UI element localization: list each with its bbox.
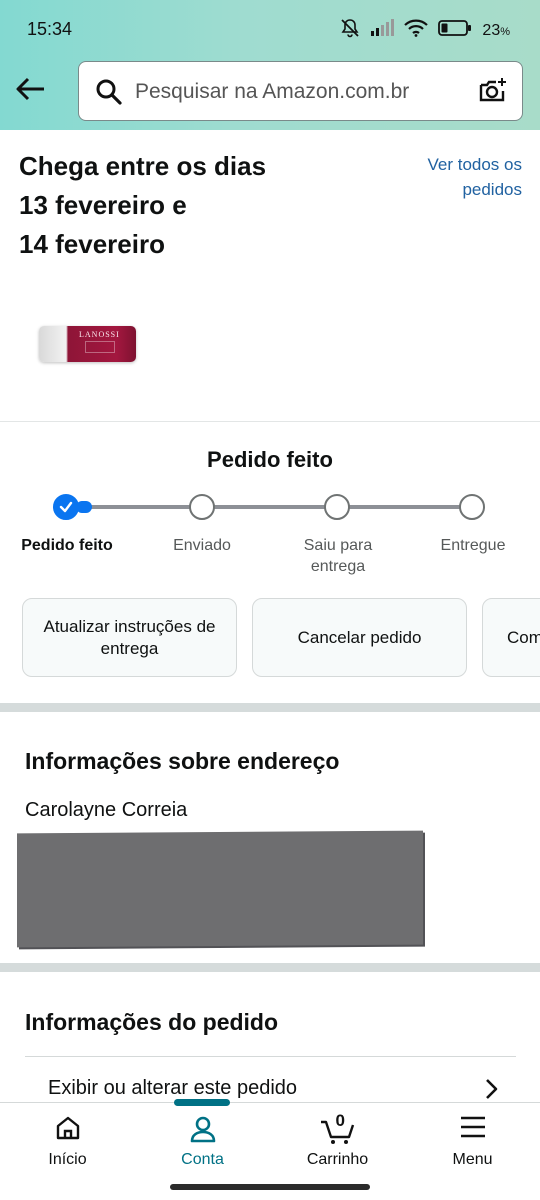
cancel-order-button[interactable]: Cancelar pedido xyxy=(252,598,467,677)
step-dot-saiu-para-entrega xyxy=(324,494,350,520)
delivery-estimate: Chega entre os dias 13 fevereiro e 14 fe… xyxy=(19,147,319,264)
section-separator xyxy=(0,703,540,712)
wifi-icon xyxy=(404,19,429,42)
check-icon xyxy=(59,501,73,513)
redacted-address-block xyxy=(17,830,423,948)
nav-label: Conta xyxy=(181,1151,224,1168)
user-icon xyxy=(188,1114,218,1149)
nav-inicio[interactable]: Início xyxy=(0,1103,135,1183)
camera-icon[interactable] xyxy=(478,76,508,111)
status-bar: 15:34 23% xyxy=(0,0,540,58)
view-edit-order-link[interactable]: Exibir ou alterar este pedido xyxy=(48,1077,297,1100)
product-brand-text: LANOSSI xyxy=(79,330,120,339)
delivery-line-3: 14 fevereiro xyxy=(19,229,165,259)
cart-count-badge: 0 xyxy=(335,1111,345,1130)
step-label-entregue: Entregue xyxy=(440,537,506,554)
delivery-line-1: Chega entre os dias xyxy=(19,151,267,181)
battery-icon xyxy=(438,19,472,42)
address-recipient-name: Carolayne Correia xyxy=(25,799,188,821)
product-image[interactable]: LANOSSI xyxy=(39,326,136,362)
nav-label: Menu xyxy=(452,1151,493,1168)
step-dot-pedido-feito xyxy=(53,494,79,520)
status-time: 15:34 xyxy=(27,19,73,39)
nav-carrinho[interactable]: 0 Carrinho xyxy=(270,1103,405,1183)
system-home-indicator[interactable] xyxy=(170,1184,370,1190)
delivery-line-2: 13 fevereiro e xyxy=(19,190,187,220)
partial-action-button[interactable]: Com xyxy=(482,598,540,677)
step-dot-enviado xyxy=(189,494,215,520)
progress-track xyxy=(80,505,473,509)
mute-icon xyxy=(340,18,360,43)
nav-label: Carrinho xyxy=(306,1151,369,1168)
order-actions-carousel[interactable]: Atualizar instruções de entrega Cancelar… xyxy=(22,598,540,678)
battery-text: 23% xyxy=(482,21,510,39)
order-info-title: Informações do pedido xyxy=(25,1009,279,1035)
cart-icon: 0 xyxy=(319,1111,357,1151)
product-label-box xyxy=(85,341,115,353)
step-dot-entregue xyxy=(459,494,485,520)
divider xyxy=(0,421,540,422)
search-icon[interactable] xyxy=(95,78,123,111)
arrow-left-icon[interactable] xyxy=(14,72,48,106)
nav-conta[interactable]: Conta xyxy=(135,1103,270,1183)
search-bar[interactable] xyxy=(78,61,523,121)
step-label-enviado: Enviado xyxy=(173,537,231,554)
menu-icon xyxy=(459,1114,487,1145)
step-label-pedido-feito: Pedido feito xyxy=(21,537,113,554)
signal-icon xyxy=(370,19,395,42)
tracking-title: Pedido feito xyxy=(207,447,333,472)
update-delivery-instructions-button[interactable]: Atualizar instruções de entrega xyxy=(22,598,237,677)
view-all-orders-link[interactable]: Ver todos os pedidos xyxy=(392,152,522,202)
nav-menu[interactable]: Menu xyxy=(405,1103,540,1183)
search-input[interactable] xyxy=(135,76,455,108)
chevron-right-icon[interactable] xyxy=(484,1078,498,1105)
nav-label: Início xyxy=(48,1151,87,1168)
address-section-title: Informações sobre endereço xyxy=(25,748,340,774)
section-separator xyxy=(0,963,540,972)
status-icons: 23% xyxy=(340,18,510,43)
top-bar: 15:34 23% xyxy=(0,0,540,130)
step-label-saiu-para-entrega: Saiu para entrega xyxy=(303,537,373,575)
home-icon xyxy=(54,1114,82,1147)
divider xyxy=(25,1056,516,1057)
